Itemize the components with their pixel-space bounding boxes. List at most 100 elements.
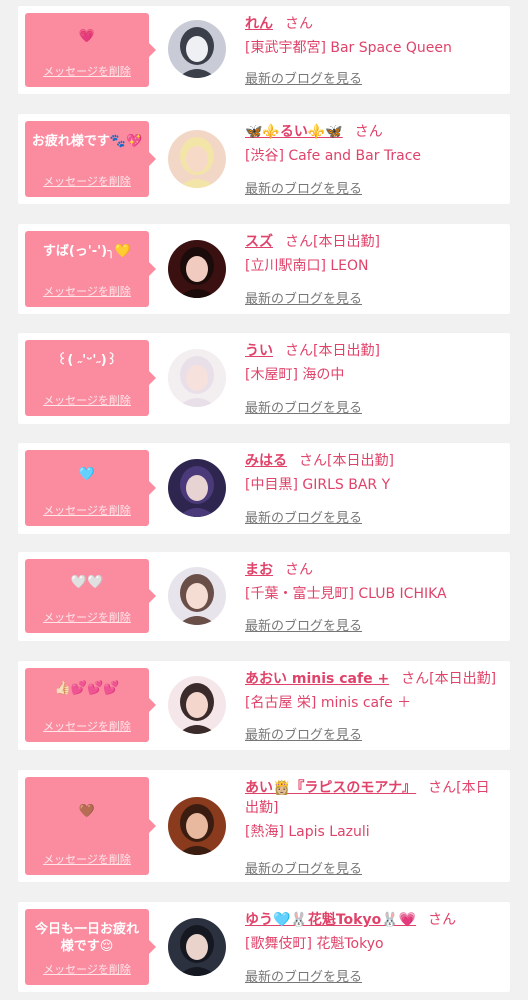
delete-message-link[interactable]: メッセージを削除 [25, 851, 149, 867]
message-card: 🤎 メッセージを削除 あい👸🏼『ラピスのモアナ』 さん[本日出勤] [熱海] Lapis… [18, 770, 510, 882]
girl-name-link[interactable]: みはる [245, 453, 287, 469]
shop-location: [木屋町] 海の中 [245, 367, 345, 383]
profile-info: ゆう🩵🐰花魁Tokyo🐰💗 さん [歌舞伎町] 花魁Tokyo [245, 910, 498, 954]
girl-name-link[interactable]: 🦋⚜️るい⚜️🦋 [245, 124, 343, 140]
message-text: 🤎 [78, 804, 96, 819]
girl-photo-avatar [168, 676, 226, 734]
girl-name-link[interactable]: まお [245, 562, 273, 578]
girl-name-link[interactable]: れん [245, 16, 273, 32]
message-bubble: お疲れ様です🐾💖 メッセージを削除 [25, 121, 156, 197]
name-line: あおい minis cafe + さん[本日出勤] [245, 669, 498, 689]
shop-location: [歌舞伎町] 花魁Tokyo [245, 936, 384, 952]
message-bubble: 🤍🤍 メッセージを削除 [25, 559, 156, 633]
name-line: 🦋⚜️るい⚜️🦋 さん [245, 122, 498, 142]
profile-info: れん さん [東武宇都宮] Bar Space Queen [245, 14, 498, 58]
girl-photo-avatar [168, 918, 226, 976]
latest-blog-link[interactable]: 最新のブログを見る [245, 68, 362, 87]
latest-blog-link[interactable]: 最新のブログを見る [245, 178, 362, 197]
profile-avatar[interactable] [168, 918, 226, 976]
message-text: 今日も一日お疲れ様です😌 [34, 922, 139, 954]
name-line: あい👸🏼『ラピスのモアナ』 さん[本日出勤] [245, 778, 498, 818]
delete-message-link[interactable]: メッセージを削除 [25, 63, 149, 79]
girl-photo-avatar [168, 567, 226, 625]
profile-avatar[interactable] [168, 567, 226, 625]
delete-message-link[interactable]: メッセージを削除 [25, 283, 149, 299]
message-card: 🤍🤍 メッセージを削除 まお さん [千葉・富士見町] CLUB ICHIKA 最新のブロ… [18, 552, 510, 641]
honorific-label: さん [299, 453, 327, 469]
profile-info: 🦋⚜️るい⚜️🦋 さん [渋谷] Cafe and Bar Trace [245, 122, 498, 166]
working-today-badge: [本日出勤] [327, 453, 394, 469]
profile-avatar[interactable] [168, 349, 226, 407]
girl-name-link[interactable]: スズ [245, 234, 273, 250]
delete-message-link[interactable]: メッセージを削除 [25, 392, 149, 408]
profile-info: あおい minis cafe + さん[本日出勤] [名古屋 栄] minis ca… [245, 669, 498, 713]
girl-photo-avatar [168, 797, 226, 855]
message-text: 💗 [78, 29, 96, 44]
message-bubble: 今日も一日お疲れ様です😌 メッセージを削除 [25, 909, 156, 985]
message-bubble: すば(っ'-')╮💛 メッセージを削除 [25, 231, 156, 307]
profile-info: うい さん[本日出勤] [木屋町] 海の中 [245, 341, 498, 385]
delete-message-link[interactable]: メッセージを削除 [25, 609, 149, 625]
working-today-badge: [本日出勤] [313, 343, 380, 359]
profile-info: みはる さん[本日出勤] [中目黒] GIRLS BAR Y [245, 451, 498, 495]
girl-photo-avatar [168, 349, 226, 407]
delete-message-link[interactable]: メッセージを削除 [25, 718, 149, 734]
latest-blog-link[interactable]: 最新のブログを見る [245, 615, 362, 634]
girl-name-link[interactable]: うい [245, 343, 273, 359]
honorific-label: さん [285, 234, 313, 250]
girl-name-link[interactable]: ゆう🩵🐰花魁Tokyo🐰💗 [245, 912, 416, 928]
delete-message-link[interactable]: メッセージを削除 [25, 173, 149, 189]
message-card: 💗 メッセージを削除 れん さん [東武宇都宮] Bar Space Queen 最新のブ… [18, 6, 510, 94]
profile-avatar[interactable] [168, 676, 226, 734]
shop-location: [中目黒] GIRLS BAR Y [245, 477, 391, 493]
profile-avatar[interactable] [168, 130, 226, 188]
shop-location: [名古屋 栄] minis cafe ＋ [245, 695, 412, 711]
message-bubble: 💗 メッセージを削除 [25, 13, 156, 87]
message-bubble: 👍🏻💕💕💕 メッセージを削除 [25, 668, 156, 742]
latest-blog-link[interactable]: 最新のブログを見る [245, 724, 362, 743]
girl-name-link[interactable]: あおい minis cafe + [245, 671, 389, 687]
message-card: 今日も一日お疲れ様です😌 メッセージを削除 ゆう🩵🐰花魁Tokyo🐰💗 さん [歌舞伎町… [18, 902, 510, 992]
profile-info: まお さん [千葉・富士見町] CLUB ICHIKA [245, 560, 498, 604]
profile-info: あい👸🏼『ラピスのモアナ』 さん[本日出勤] [熱海] Lapis Lazuli [245, 778, 498, 842]
name-line: スズ さん[本日出勤] [245, 232, 498, 252]
shop-location: [東武宇都宮] Bar Space Queen [245, 40, 452, 56]
name-line: うい さん[本日出勤] [245, 341, 498, 361]
latest-blog-link[interactable]: 最新のブログを見る [245, 858, 362, 877]
girl-name-link[interactable]: あい👸🏼『ラピスのモアナ』 [245, 780, 416, 796]
shop-location: [千葉・富士見町] CLUB ICHIKA [245, 586, 447, 602]
latest-blog-link[interactable]: 最新のブログを見る [245, 397, 362, 416]
name-line: れん さん [245, 14, 498, 34]
honorific-label: さん [354, 124, 383, 140]
name-line: まお さん [245, 560, 498, 580]
message-text: 🤍🤍 [70, 575, 104, 590]
honorific-label: さん [285, 343, 313, 359]
message-text: ꒰( ˶'ᵕ'˶)꒱ [57, 353, 117, 368]
message-bubble: 🩵 メッセージを削除 [25, 450, 156, 526]
profile-avatar[interactable] [168, 797, 226, 855]
shop-location: [熱海] Lapis Lazuli [245, 824, 370, 840]
girl-photo-avatar [168, 20, 226, 78]
message-text: 👍🏻💕💕💕 [54, 681, 120, 696]
profile-avatar[interactable] [168, 20, 226, 78]
working-today-badge: [本日出勤] [429, 671, 497, 687]
message-text: 🩵 [78, 467, 96, 482]
message-card: すば(っ'-')╮💛 メッセージを削除 スズ さん[本日出勤] [立川駅南口] LEON… [18, 224, 510, 314]
girl-photo-avatar [168, 130, 226, 188]
latest-blog-link[interactable]: 最新のブログを見る [245, 288, 362, 307]
name-line: ゆう🩵🐰花魁Tokyo🐰💗 さん [245, 910, 498, 930]
honorific-label: さん [401, 671, 430, 687]
profile-avatar[interactable] [168, 240, 226, 298]
message-text: すば(っ'-')╮💛 [42, 244, 132, 259]
honorific-label: さん [285, 562, 313, 578]
message-card: 🩵 メッセージを削除 みはる さん[本日出勤] [中目黒] GIRLS BAR Y 最新の… [18, 443, 510, 534]
message-text: お疲れ様です🐾💖 [31, 134, 143, 149]
message-card: 👍🏻💕💕💕 メッセージを削除 あおい minis cafe + さん[本日出勤] [名古… [18, 661, 510, 750]
delete-message-link[interactable]: メッセージを削除 [25, 502, 149, 518]
latest-blog-link[interactable]: 最新のブログを見る [245, 966, 362, 985]
girl-photo-avatar [168, 459, 226, 517]
message-card: お疲れ様です🐾💖 メッセージを削除 🦋⚜️るい⚜️🦋 さん [渋谷] Cafe and … [18, 114, 510, 204]
delete-message-link[interactable]: メッセージを削除 [25, 961, 149, 977]
profile-avatar[interactable] [168, 459, 226, 517]
latest-blog-link[interactable]: 最新のブログを見る [245, 507, 362, 526]
